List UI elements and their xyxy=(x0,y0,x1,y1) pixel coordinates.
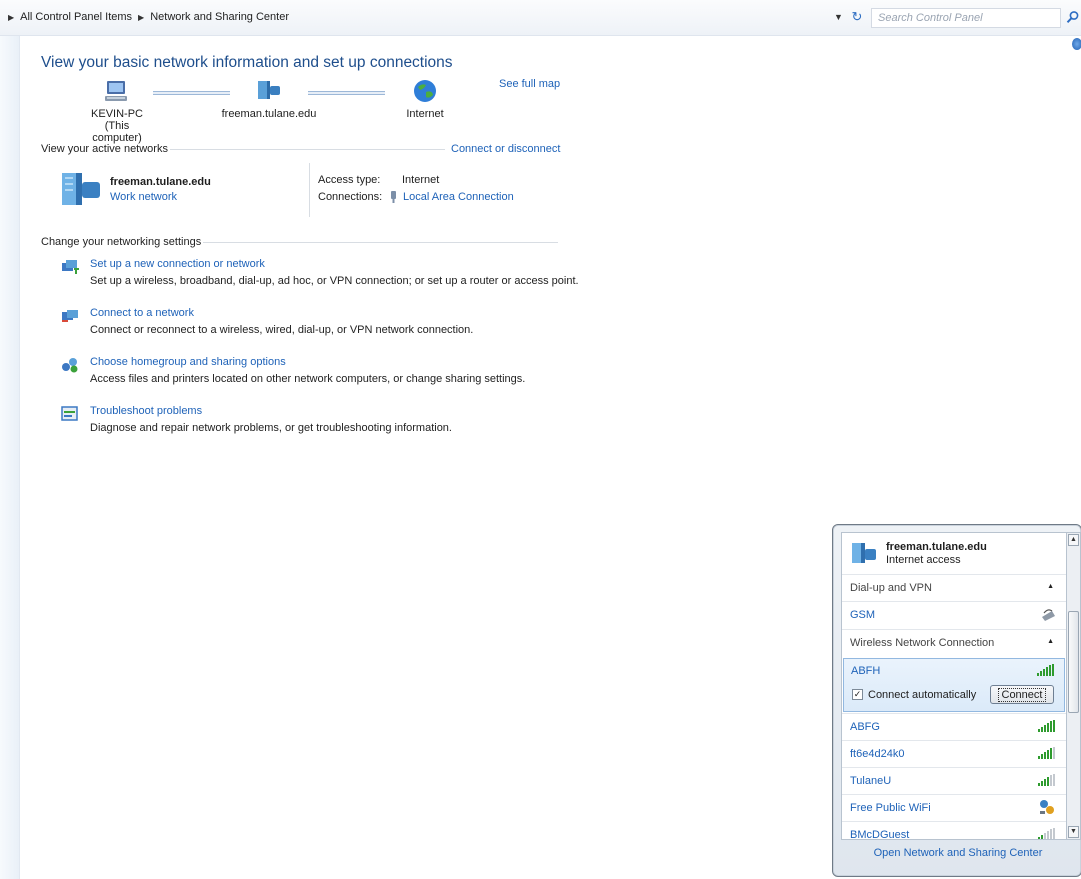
open-network-sharing-center-link[interactable]: Open Network and Sharing Center xyxy=(833,847,1081,859)
current-network-icon xyxy=(852,543,876,563)
work-network-icon xyxy=(62,173,100,205)
new-connection-icon xyxy=(62,260,79,274)
breadcrumb-control-panel[interactable]: All Control Panel Items xyxy=(20,11,132,23)
network-name: ft6e4d24k0 xyxy=(850,748,905,760)
collapse-caret-icon[interactable]: ▲ xyxy=(1047,638,1054,645)
current-network-name: freeman.tulane.edu xyxy=(886,541,987,553)
breadcrumb: ▶ All Control Panel Items ▶ Network and … xyxy=(8,11,289,23)
settings-divider xyxy=(203,242,558,243)
task-new-connection-title[interactable]: Set up a new connection or network xyxy=(90,258,265,270)
globe-icon xyxy=(414,80,436,102)
address-dropdown-icon[interactable]: ▼ xyxy=(834,12,843,22)
see-full-map-link[interactable]: See full map xyxy=(499,78,560,90)
flyout-list: freeman.tulane.edu Internet access Dial-… xyxy=(841,532,1067,840)
signal-strength-icon xyxy=(1038,774,1055,786)
network-name: TulaneU xyxy=(850,775,892,787)
connect-automatically-checkbox[interactable]: ✓ xyxy=(852,689,863,700)
map-network[interactable]: freeman.tulane.edu xyxy=(214,78,324,120)
wireless-label: Wireless Network Connection xyxy=(850,637,995,649)
task-connect-network-desc: Connect or reconnect to a wireless, wire… xyxy=(90,324,474,336)
scroll-thumb[interactable] xyxy=(1068,611,1079,713)
troubleshoot-icon xyxy=(61,406,78,421)
task-troubleshoot-title[interactable]: Troubleshoot problems xyxy=(90,405,202,417)
connect-button[interactable]: Connect xyxy=(990,685,1054,704)
page-title: View your basic network information and … xyxy=(41,54,453,71)
connections-label: Connections: xyxy=(318,191,383,203)
access-type-value: Internet xyxy=(402,174,440,186)
map-connector-2 xyxy=(308,91,385,95)
flyout-scrollbar[interactable]: ▲ ▼ xyxy=(1067,532,1081,840)
connect-button-label: Connect xyxy=(997,688,1047,702)
network-name: Free Public WiFi xyxy=(850,802,931,814)
settings-heading: Change your networking settings xyxy=(41,236,202,248)
current-network-status: Internet access xyxy=(886,554,961,566)
local-area-connection-link[interactable]: Local Area Connection xyxy=(403,191,514,203)
gsm-label: GSM xyxy=(850,609,876,621)
network-item-abfh[interactable]: ABFH xyxy=(851,665,880,677)
dialup-modem-icon xyxy=(1042,609,1055,621)
signal-strength-icon xyxy=(1038,747,1055,759)
homegroup-icon xyxy=(62,358,78,373)
vertical-divider xyxy=(309,163,310,217)
adhoc-network-icon xyxy=(1040,800,1054,814)
computer-sub: (This computer) xyxy=(92,120,142,144)
search-icon[interactable] xyxy=(1066,10,1080,24)
task-troubleshoot-desc: Diagnose and repair network problems, or… xyxy=(90,422,452,434)
scroll-up-icon[interactable]: ▲ xyxy=(1068,534,1079,546)
refresh-icon[interactable]: ↻ xyxy=(848,9,866,27)
connect-automatically-label: Connect automatically xyxy=(868,689,977,701)
network-name: ABFG xyxy=(850,721,880,733)
help-icon[interactable] xyxy=(1072,38,1081,50)
network-name: BMcDGuest xyxy=(850,829,910,840)
map-computer[interactable]: KEVIN-PC (This computer) xyxy=(82,78,152,144)
network-item-gsm[interactable]: GSM xyxy=(842,601,1066,628)
network-icon xyxy=(258,81,280,99)
map-internet[interactable]: Internet xyxy=(395,78,455,120)
collapse-caret-icon[interactable]: ▲ xyxy=(1047,583,1054,590)
network-item-bmcdguest[interactable]: BMcDGuest xyxy=(842,821,1066,840)
task-homegroup-desc: Access files and printers located on oth… xyxy=(90,373,526,385)
breadcrumb-network-center[interactable]: Network and Sharing Center xyxy=(150,11,289,23)
computer-icon xyxy=(105,81,127,101)
section-divider xyxy=(170,149,445,150)
breadcrumb-arrow-icon[interactable]: ▶ xyxy=(8,13,14,22)
network-item-ft6e4d24k0[interactable]: ft6e4d24k0 xyxy=(842,740,1066,767)
left-pane-edge xyxy=(0,36,20,879)
work-network-link[interactable]: Work network xyxy=(110,191,177,203)
signal-strength-icon xyxy=(1038,720,1055,732)
network-item-abfg[interactable]: ABFG xyxy=(842,713,1066,740)
connect-or-disconnect-link[interactable]: Connect or disconnect xyxy=(451,143,560,155)
dialup-vpn-label: Dial-up and VPN xyxy=(850,582,932,594)
network-item-free-public-wifi[interactable]: Free Public WiFi xyxy=(842,794,1066,821)
ethernet-icon xyxy=(391,191,396,203)
signal-strength-icon xyxy=(1038,828,1055,839)
access-type-label: Access type: xyxy=(318,174,381,186)
connect-network-icon xyxy=(62,310,78,322)
network-flyout: freeman.tulane.edu Internet access Dial-… xyxy=(832,524,1081,877)
breadcrumb-separator-icon[interactable]: ▶ xyxy=(138,13,144,22)
task-homegroup-title[interactable]: Choose homegroup and sharing options xyxy=(90,356,286,368)
internet-label: Internet xyxy=(406,108,444,120)
signal-strength-icon xyxy=(1037,664,1054,676)
task-new-connection-desc: Set up a wireless, broadband, dial-up, a… xyxy=(90,275,579,287)
scroll-down-icon[interactable]: ▼ xyxy=(1068,826,1079,838)
wireless-header[interactable]: Wireless Network Connection ▲ xyxy=(842,629,1066,656)
computer-name: KEVIN-PC xyxy=(91,108,143,120)
active-networks-heading: View your active networks xyxy=(41,143,168,155)
network-name: freeman.tulane.edu xyxy=(221,108,317,120)
task-connect-network-title[interactable]: Connect to a network xyxy=(90,307,194,319)
active-network-name: freeman.tulane.edu xyxy=(110,176,211,188)
dialup-vpn-header[interactable]: Dial-up and VPN ▲ xyxy=(842,574,1066,601)
network-item-tulaneu[interactable]: TulaneU xyxy=(842,767,1066,794)
address-bar: ▶ All Control Panel Items ▶ Network and … xyxy=(0,0,1081,36)
search-input[interactable]: Search Control Panel xyxy=(871,8,1061,28)
